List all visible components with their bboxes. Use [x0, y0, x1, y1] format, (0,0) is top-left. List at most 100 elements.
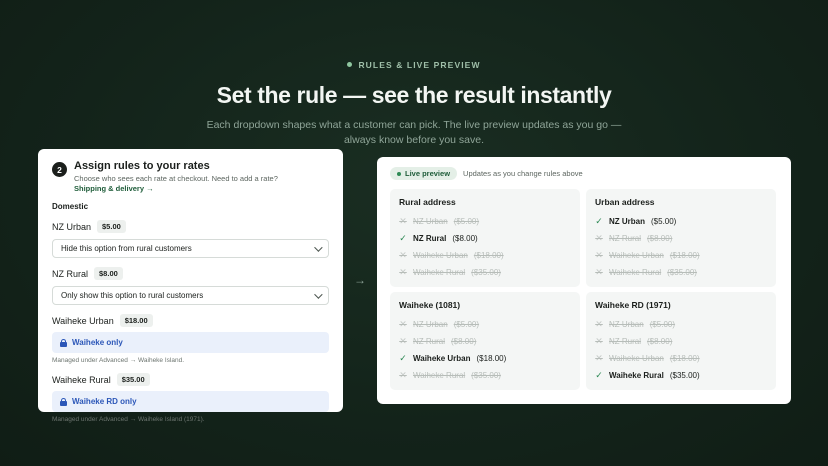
option-price: ($8.00) — [647, 337, 673, 346]
option-label: NZ Urban — [609, 320, 644, 329]
eyebrow-label: RULES & LIVE PREVIEW — [358, 59, 481, 70]
shipping-option: ✕ Waiheke Urban ($18.00) — [595, 350, 767, 367]
x-icon: ✕ — [399, 336, 407, 346]
option-label: Waiheke Rural — [609, 371, 664, 380]
subheadline: Each dropdown shapes what a customer can… — [206, 119, 622, 146]
hero: RULES & LIVE PREVIEW Set the rule — see … — [0, 54, 828, 148]
option-price: ($35.00) — [669, 371, 700, 380]
locked-value: Waiheke only — [72, 338, 123, 347]
live-preview-pill: Live preview — [390, 167, 458, 180]
option-label: Waiheke Rural — [413, 268, 466, 277]
shipping-option: ✓ NZ Urban ($5.00) — [595, 213, 767, 230]
rules-description: Choose who sees each rate at checkout. N… — [74, 174, 278, 183]
pill-label: Live preview — [405, 169, 451, 178]
x-icon: ✕ — [399, 370, 407, 380]
x-icon: ✕ — [595, 267, 603, 277]
address-panel: Rural address ✕ NZ Urban ($5.00) ✓ NZ Rural ($… — [390, 189, 580, 287]
x-icon: ✕ — [399, 216, 407, 226]
option-label: NZ Urban — [609, 217, 645, 226]
option-label: NZ Rural — [413, 337, 446, 346]
rate-row-nz-urban: NZ Urban $5.00 — [52, 220, 329, 233]
check-icon: ✓ — [595, 216, 603, 226]
option-price: ($8.00) — [647, 234, 673, 243]
option-label: Waiheke Urban — [413, 354, 471, 363]
rate-price-badge: $18.00 — [119, 314, 153, 327]
address-panel: Waiheke (1081) ✕ NZ Urban ($5.00) ✕ NZ Rural (… — [390, 292, 580, 390]
option-label: Waiheke Rural — [609, 268, 662, 277]
rate-row-waiheke-urban: Waiheke Urban $18.00 — [52, 314, 329, 327]
rate-name: NZ Rural — [52, 268, 89, 279]
select-value: Hide this option from rural customers — [61, 244, 192, 253]
rate-price-badge: $35.00 — [116, 373, 150, 386]
x-icon: ✕ — [399, 250, 407, 260]
shipping-option: ✕ Waiheke Rural ($35.00) — [399, 264, 571, 281]
rules-card: 2 Assign rules to your rates Choose who … — [38, 149, 343, 423]
option-price: ($5.00) — [453, 320, 480, 329]
x-icon: ✕ — [595, 233, 603, 243]
address-title: Waiheke RD (1971) — [595, 300, 671, 310]
shipping-option: ✓ Waiheke Rural ($35.00) — [595, 367, 767, 384]
shipping-option: ✕ NZ Urban ($5.00) — [399, 213, 571, 230]
option-label: NZ Rural — [413, 234, 447, 243]
shipping-option: ✕ NZ Rural ($8.00) — [595, 230, 767, 247]
address-title: Rural address — [399, 197, 456, 207]
address-panel: Waiheke RD (1971) ✕ NZ Urban ($5.00) ✕ NZ Rur… — [586, 292, 776, 390]
option-label: Waiheke Urban — [413, 251, 468, 260]
check-icon: ✓ — [399, 233, 407, 243]
lock-icon — [60, 338, 67, 347]
option-price: ($18.00) — [473, 251, 504, 260]
locked-value: Waiheke RD only — [72, 397, 137, 406]
option-label: NZ Urban — [413, 320, 448, 329]
rule-select-nz-urban[interactable]: Hide this option from rural customers — [52, 239, 329, 258]
live-dot-icon — [397, 171, 401, 176]
rate-name: NZ Urban — [52, 221, 92, 232]
option-price: ($8.00) — [451, 337, 477, 346]
option-price: ($18.00) — [669, 251, 700, 260]
x-icon: ✕ — [595, 353, 603, 363]
option-label: NZ Rural — [609, 234, 642, 243]
check-icon: ✓ — [399, 353, 407, 363]
address-title: Urban address — [595, 197, 655, 207]
check-icon: ✓ — [595, 370, 603, 380]
option-price: ($18.00) — [476, 354, 507, 363]
option-price: ($18.00) — [669, 354, 700, 363]
option-price: ($5.00) — [651, 217, 677, 226]
shipping-option: ✕ Waiheke Rural ($35.00) — [399, 367, 571, 384]
eyebrow-dot-icon — [347, 62, 353, 67]
step-header: 2 Assign rules to your rates Choose who … — [52, 160, 329, 193]
rate-row-nz-rural: NZ Rural $8.00 — [52, 267, 329, 280]
shipping-option: ✓ NZ Rural ($8.00) — [399, 230, 571, 247]
step-number-badge: 2 — [52, 162, 67, 177]
shipping-delivery-link[interactable]: Shipping & delivery → — [74, 184, 278, 193]
rate-price-badge: $5.00 — [97, 220, 126, 233]
shipping-option: ✕ Waiheke Urban ($18.00) — [399, 247, 571, 264]
x-icon: ✕ — [595, 319, 603, 329]
section-label: Domestic — [52, 202, 89, 211]
x-icon: ✕ — [595, 250, 603, 260]
option-price: ($35.00) — [471, 268, 501, 277]
shipping-option: ✕ NZ Rural ($8.00) — [595, 333, 767, 350]
managed-note: Managed under Advanced → Waiheke Island. — [52, 357, 185, 364]
locked-rule-waiheke-urban: Waiheke only — [52, 332, 329, 353]
rule-select-nz-rural[interactable]: Only show this option to rural customers — [52, 286, 329, 305]
shipping-option: ✕ NZ Rural ($8.00) — [399, 333, 571, 350]
shipping-option: ✓ Waiheke Urban ($18.00) — [399, 350, 571, 367]
address-title: Waiheke (1081) — [399, 300, 461, 310]
option-label: Waiheke Urban — [609, 354, 664, 363]
shipping-option: ✕ Waiheke Urban ($18.00) — [595, 247, 767, 264]
rate-name: Waiheke Rural — [52, 374, 111, 385]
chevron-down-icon — [314, 289, 323, 299]
option-price: ($5.00) — [649, 320, 676, 329]
option-label: NZ Urban — [413, 217, 448, 226]
shipping-option: ✕ NZ Urban ($5.00) — [595, 316, 767, 333]
option-label: Waiheke Urban — [609, 251, 664, 260]
live-preview-card: Live preview Updates as you change rules… — [377, 157, 791, 404]
rate-name: Waiheke Urban — [52, 315, 114, 326]
option-price: ($35.00) — [471, 371, 501, 380]
option-label: NZ Rural — [609, 337, 642, 346]
x-icon: ✕ — [399, 267, 407, 277]
headline: Set the rule — see the result instantly — [216, 82, 612, 108]
address-grid: Rural address ✕ NZ Urban ($5.00) ✓ NZ Rural ($… — [390, 189, 778, 390]
select-value: Only show this option to rural customers — [61, 291, 204, 300]
address-panel: Urban address ✓ NZ Urban ($5.00) ✕ NZ Rural ($… — [586, 189, 776, 287]
